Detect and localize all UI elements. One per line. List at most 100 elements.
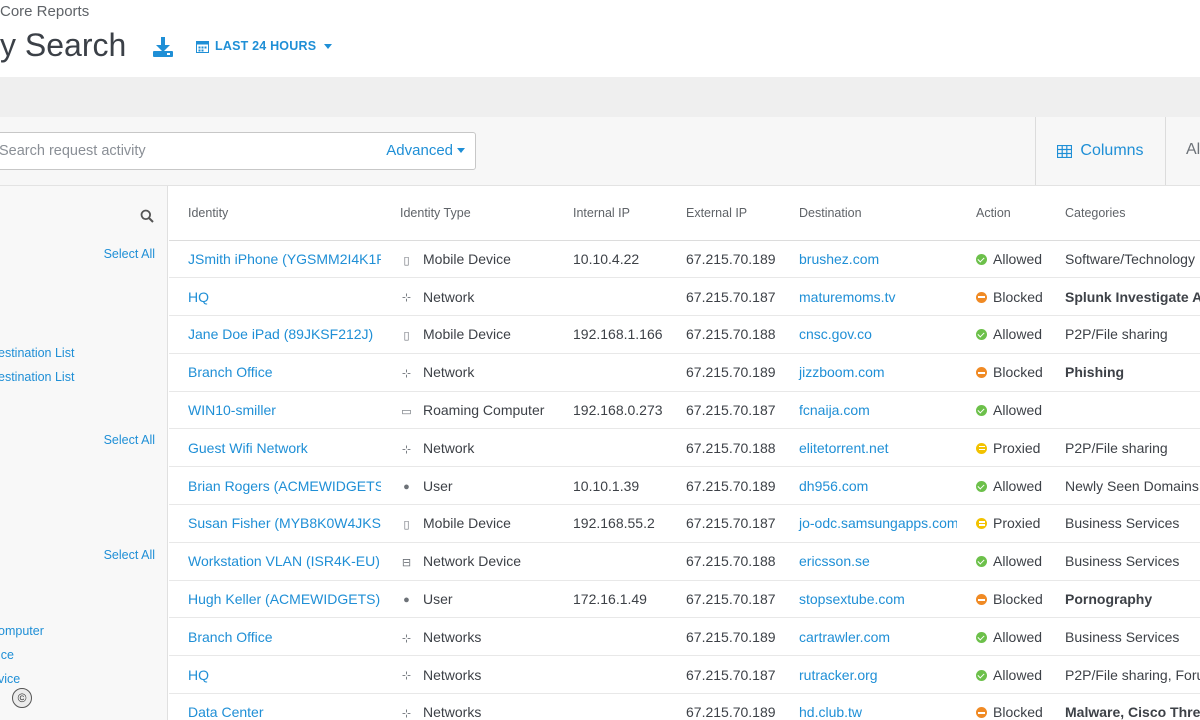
columns-button[interactable]: Columns: [1035, 117, 1166, 185]
external-ip-cell: 67.215.70.189: [667, 617, 780, 657]
identity-link[interactable]: Guest Wifi Network: [188, 440, 308, 456]
table-row[interactable]: Jane Doe iPad (89JKSF212J) ▯ Mobile Device…: [169, 315, 1200, 354]
column-header[interactable]: Categories: [1046, 186, 1200, 241]
identity-link[interactable]: Brian Rogers (ACMEWIDGETS): [188, 478, 381, 494]
table-row[interactable]: Data Center ⊹ Networks 67.215.70.189 hd.club…: [169, 693, 1200, 720]
all-button[interactable]: Al: [1186, 141, 1200, 159]
identity-link[interactable]: HQ: [188, 667, 209, 683]
identity-cell: Brian Rogers (ACMEWIDGETS): [169, 466, 381, 506]
download-icon[interactable]: [152, 36, 174, 58]
destination-cell: ericsson.se: [780, 542, 957, 581]
column-header[interactable]: Identity Type: [381, 186, 554, 241]
table-row[interactable]: Workstation VLAN (ISR4K-EU) ⊟ Network Devi…: [169, 542, 1200, 581]
destination-cell: brushez.com: [780, 240, 957, 279]
mobile-icon: ▯: [403, 254, 410, 267]
destination-link[interactable]: fcnaija.com: [799, 402, 870, 418]
destination-link[interactable]: stopsextube.com: [799, 591, 905, 607]
destination-link[interactable]: jo-odc.samsungapps.com: [799, 515, 957, 531]
filter-item-device[interactable]: ice: [0, 648, 14, 662]
internal-ip-cell: 172.16.1.49: [554, 580, 667, 619]
action-label: Proxied: [993, 439, 1041, 456]
identity-cell: Hugh Keller (ACMEWIDGETS): [169, 580, 381, 619]
select-all-link[interactable]: Select All: [104, 548, 155, 562]
select-all-link[interactable]: Select All: [104, 433, 155, 447]
categories-cell: P2P/File sharing: [1046, 315, 1200, 354]
table-body: JSmith iPhone (YGSMM2I4K1P) ▯ Mobile Devic…: [169, 240, 1200, 720]
table-row[interactable]: HQ ⊹ Networks 67.215.70.187 rutracker.org All…: [169, 655, 1200, 695]
destination-link[interactable]: cartrawler.com: [799, 629, 890, 645]
destination-link[interactable]: cnsc.gov.co: [799, 326, 872, 342]
identity-link[interactable]: Jane Doe iPad (89JKSF212J): [188, 326, 373, 342]
identity-link[interactable]: WIN10-smiller: [188, 402, 276, 418]
identity-type-label: User: [423, 477, 453, 494]
identity-type-cell: ▯ Mobile Device: [381, 240, 554, 279]
network-icon: ⊹: [401, 292, 412, 305]
identity-link[interactable]: Susan Fisher (MYB8K0W4JKS): [188, 515, 381, 531]
identity-link[interactable]: Branch Office: [188, 364, 273, 380]
select-all-link[interactable]: Select All: [104, 247, 155, 261]
router-icon: ⊟: [401, 557, 412, 570]
date-range-selector[interactable]: LAST 24 HOURS: [196, 39, 333, 53]
search-icon[interactable]: [140, 209, 154, 223]
destination-cell: jizzboom.com: [780, 353, 957, 392]
table-row[interactable]: WIN10-smiller ▭ Roaming Computer 192.168.0.…: [169, 391, 1200, 430]
identity-link[interactable]: JSmith iPhone (YGSMM2I4K1P): [188, 251, 381, 267]
identity-link[interactable]: HQ: [188, 289, 209, 305]
breadcrumb[interactable]: Core Reports: [0, 3, 89, 20]
destination-link[interactable]: rutracker.org: [799, 667, 878, 683]
identity-link[interactable]: Data Center: [188, 704, 263, 720]
destination-link[interactable]: elitetorrent.net: [799, 440, 889, 456]
allowed-status-icon: [976, 253, 987, 265]
table-row[interactable]: Hugh Keller (ACMEWIDGETS) ● User 172.16.1.4…: [169, 580, 1200, 619]
advanced-search-button[interactable]: Advanced: [386, 142, 465, 159]
identity-link[interactable]: Branch Office: [188, 629, 273, 645]
identity-type-cell: ▯ Mobile Device: [381, 315, 554, 354]
identity-type-cell: ● User: [381, 580, 554, 619]
table-row[interactable]: Branch Office ⊹ Networks 67.215.70.189 cartr…: [169, 617, 1200, 657]
destination-link[interactable]: ericsson.se: [799, 553, 870, 569]
table-row[interactable]: Susan Fisher (MYB8K0W4JKS) ▯ Mobile Device…: [169, 504, 1200, 543]
column-header[interactable]: Identity: [169, 186, 381, 241]
internal-ip-cell: [554, 353, 667, 392]
identity-link[interactable]: Workstation VLAN (ISR4K-EU): [188, 553, 380, 569]
identity-cell: HQ: [169, 655, 381, 695]
column-header[interactable]: Action: [957, 186, 1046, 241]
laptop-icon: ▭: [401, 405, 412, 418]
identity-type-cell: ⊹ Network: [381, 353, 554, 392]
table-row[interactable]: HQ ⊹ Network 67.215.70.187 maturemoms.tv Bloc…: [169, 277, 1200, 317]
table-row[interactable]: Branch Office ⊹ Network 67.215.70.189 jizzbo…: [169, 353, 1200, 392]
identity-cell: JSmith iPhone (YGSMM2I4K1P): [169, 240, 381, 279]
column-header[interactable]: Internal IP: [554, 186, 667, 241]
destination-link[interactable]: hd.club.tw: [799, 704, 862, 720]
column-header[interactable]: External IP: [667, 186, 780, 241]
network-icon: ⊹: [401, 708, 412, 720]
destination-link[interactable]: dh956.com: [799, 478, 868, 494]
destination-list-link[interactable]: estination List: [0, 346, 74, 360]
column-header[interactable]: Destination: [780, 186, 957, 241]
filter-item-device[interactable]: vice: [0, 672, 20, 686]
categories-cell: Business Services: [1046, 542, 1200, 581]
filter-item-computer[interactable]: omputer: [0, 624, 44, 638]
identity-type-label: Network Device: [423, 553, 522, 570]
action-label: Blocked: [993, 591, 1043, 608]
destination-link[interactable]: jizzboom.com: [799, 364, 885, 380]
action-cell: Allowed: [957, 240, 1046, 279]
identity-cell: Workstation VLAN (ISR4K-EU): [169, 542, 381, 581]
destination-list-link[interactable]: estination List: [0, 370, 74, 384]
table-row[interactable]: JSmith iPhone (YGSMM2I4K1P) ▯ Mobile Devic…: [169, 240, 1200, 279]
toolbar: Advanced Columns Al: [0, 117, 1200, 186]
categories-cell: Business Services: [1046, 617, 1200, 657]
table-row[interactable]: Guest Wifi Network ⊹ Network 67.215.70.188 e…: [169, 428, 1200, 468]
table-icon: [1057, 144, 1073, 158]
user-icon: ●: [403, 594, 410, 607]
blocked-status-icon: [976, 291, 987, 303]
identity-link[interactable]: Hugh Keller (ACMEWIDGETS): [188, 591, 380, 607]
destination-link[interactable]: brushez.com: [799, 251, 879, 267]
network-icon: ⊹: [401, 443, 412, 456]
destination-link[interactable]: maturemoms.tv: [799, 289, 895, 305]
search-input[interactable]: [0, 133, 367, 169]
copyright-badge: ©: [12, 688, 32, 708]
external-ip-cell: 67.215.70.187: [667, 655, 780, 695]
network-icon: ⊹: [401, 368, 412, 381]
table-row[interactable]: Brian Rogers (ACMEWIDGETS) ● User 10.10.1.3…: [169, 466, 1200, 506]
